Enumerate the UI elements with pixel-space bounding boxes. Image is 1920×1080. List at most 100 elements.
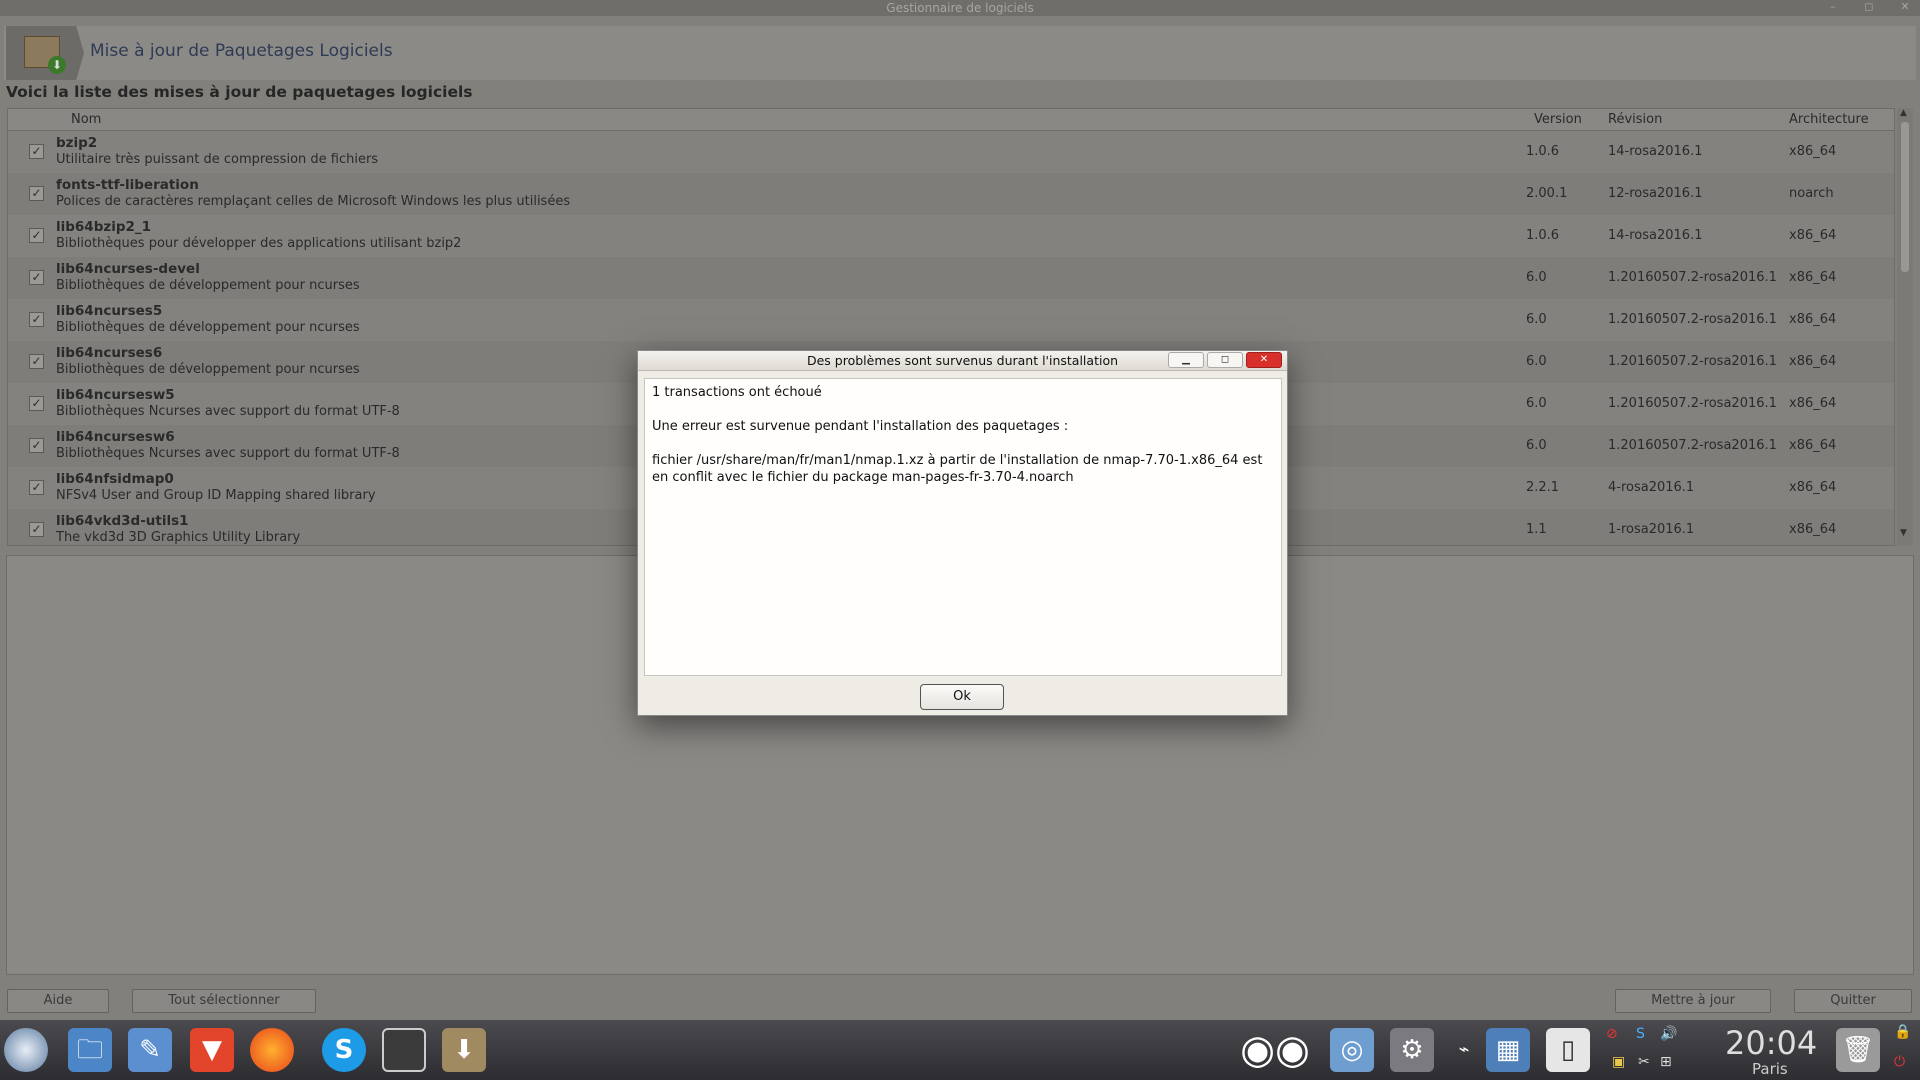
package-name: lib64ncurses6 xyxy=(56,345,163,361)
ok-button[interactable]: Ok xyxy=(920,684,1004,710)
eyes-icon[interactable]: ◉◉ xyxy=(1230,1028,1320,1072)
package-name: lib64ncursesw6 xyxy=(56,429,175,445)
tray-blocked-icon[interactable]: ⊘ xyxy=(1606,1026,1618,1042)
screenshot-icon[interactable]: ◎ xyxy=(1330,1028,1374,1072)
power-icon[interactable]: ⏻ xyxy=(1894,1054,1905,1070)
package-name: lib64nfsidmap0 xyxy=(56,471,174,487)
error-line-2: Une erreur est survenue pendant l'instal… xyxy=(652,419,1069,434)
tray-cut-icon[interactable]: ✂ xyxy=(1638,1054,1650,1070)
column-architecture[interactable]: Architecture xyxy=(1789,112,1869,127)
skype-icon[interactable]: S xyxy=(322,1028,366,1072)
close-icon[interactable]: ✕ xyxy=(1896,1,1914,14)
package-checkbox[interactable]: ✓ xyxy=(29,480,44,495)
list-scrollbar[interactable]: ▲ ▼ xyxy=(1897,108,1913,546)
lock-icon[interactable]: 🔒 xyxy=(1894,1024,1911,1040)
software-update-icon[interactable]: ⬇ xyxy=(442,1028,486,1072)
table-row[interactable]: ✓ bzip2 Utilitaire très puissant de compre… xyxy=(8,131,1894,173)
package-version: 2.00.1 xyxy=(1526,186,1568,201)
package-architecture: x86_64 xyxy=(1789,312,1837,327)
minimize-icon[interactable]: – xyxy=(1824,1,1842,14)
package-revision: 1.20160507.2-rosa2016.1 xyxy=(1608,312,1777,327)
package-checkbox[interactable]: ✓ xyxy=(29,144,44,159)
package-version: 6.0 xyxy=(1526,354,1547,369)
dialog-minimize-icon[interactable]: ▁ xyxy=(1168,352,1204,368)
package-checkbox[interactable]: ✓ xyxy=(29,396,44,411)
package-revision: 12-rosa2016.1 xyxy=(1608,186,1703,201)
package-version: 6.0 xyxy=(1526,270,1547,285)
start-menu-icon[interactable] xyxy=(4,1028,48,1072)
package-name: lib64ncursesw5 xyxy=(56,387,175,403)
table-row[interactable]: ✓ fonts-ttf-liberation Polices de caractèr… xyxy=(8,173,1894,215)
package-version: 6.0 xyxy=(1526,438,1547,453)
error-dialog: Des problèmes sont survenus durant l'ins… xyxy=(637,350,1288,716)
scroll-up-icon[interactable]: ▲ xyxy=(1900,108,1907,118)
package-checkbox[interactable]: ✓ xyxy=(29,228,44,243)
dialog-close-icon[interactable]: ✕ xyxy=(1246,352,1282,368)
package-description: The vkd3d 3D Graphics Utility Library xyxy=(56,530,301,545)
file-manager-icon[interactable]: 🗀 xyxy=(68,1028,112,1072)
package-revision: 1.20160507.2-rosa2016.1 xyxy=(1608,270,1777,285)
package-architecture: x86_64 xyxy=(1789,438,1837,453)
desktop-grid-icon[interactable]: ▦ xyxy=(1486,1028,1530,1072)
column-revision[interactable]: Révision xyxy=(1608,112,1662,127)
select-all-button[interactable]: Tout sélectionner xyxy=(132,989,316,1013)
volume-icon[interactable]: 🔊 xyxy=(1660,1026,1677,1042)
terminal-icon[interactable] xyxy=(382,1028,426,1072)
error-line-3: fichier /usr/share/man/fr/man1/nmap.1.xz… xyxy=(652,453,1263,485)
network-icon[interactable]: ⊞ xyxy=(1660,1054,1672,1070)
package-architecture: x86_64 xyxy=(1789,228,1837,243)
package-checkbox[interactable]: ✓ xyxy=(29,522,44,537)
package-architecture: x86_64 xyxy=(1789,480,1837,495)
package-version: 1.1 xyxy=(1526,522,1547,537)
package-architecture: x86_64 xyxy=(1789,396,1837,411)
clock-time[interactable]: 20:04 xyxy=(1725,1024,1817,1062)
package-checkbox[interactable]: ✓ xyxy=(29,270,44,285)
package-name: lib64ncurses-devel xyxy=(56,261,200,277)
package-name: fonts-ttf-liberation xyxy=(56,177,199,193)
package-architecture: x86_64 xyxy=(1789,354,1837,369)
usb-icon[interactable]: ⌁ xyxy=(1442,1028,1486,1072)
package-revision: 1.20160507.2-rosa2016.1 xyxy=(1608,396,1777,411)
trash-icon[interactable]: 🗑 xyxy=(1836,1028,1880,1072)
package-architecture: x86_64 xyxy=(1789,270,1837,285)
package-version: 1.0.6 xyxy=(1526,144,1560,159)
package-version: 2.2.1 xyxy=(1526,480,1560,495)
package-architecture: x86_64 xyxy=(1789,144,1837,159)
brave-browser-icon[interactable]: ▼ xyxy=(190,1028,234,1072)
package-description: Bibliothèques Ncurses avec support du fo… xyxy=(56,404,400,419)
package-description: Polices de caractères remplaçant celles … xyxy=(56,194,571,209)
scroll-down-icon[interactable]: ▼ xyxy=(1900,528,1907,538)
table-row[interactable]: ✓ lib64bzip2_1 Bibliothèques pour développ… xyxy=(8,215,1894,257)
firefox-icon[interactable] xyxy=(250,1028,294,1072)
package-checkbox[interactable]: ✓ xyxy=(29,312,44,327)
settings-icon[interactable]: ⚙ xyxy=(1390,1028,1434,1072)
quit-button[interactable]: Quitter xyxy=(1794,989,1912,1013)
taskbar: 🗀 ✎ ▼ S ⬇ ◉◉ ◎ ⚙ ⌁ ▦ ▯ ⊘ S 🔊 ▣ ✂ ⊞ 20:04… xyxy=(0,1020,1920,1080)
maximize-icon[interactable]: ◻ xyxy=(1860,1,1878,14)
window-title: Gestionnaire de logiciels xyxy=(886,1,1034,15)
help-button[interactable]: Aide xyxy=(7,989,109,1013)
package-revision: 1-rosa2016.1 xyxy=(1608,522,1695,537)
scrollbar-thumb[interactable] xyxy=(1901,122,1909,272)
update-button[interactable]: Mettre à jour xyxy=(1615,989,1771,1013)
package-version: 1.0.6 xyxy=(1526,228,1560,243)
table-row[interactable]: ✓ lib64ncurses-devel Bibliothèques de déve… xyxy=(8,257,1894,299)
error-line-1: 1 transactions ont échoué xyxy=(652,385,822,400)
text-editor-icon[interactable]: ✎ xyxy=(128,1028,172,1072)
package-revision: 14-rosa2016.1 xyxy=(1608,228,1703,243)
list-header: Nom Version Révision Architecture xyxy=(8,109,1894,131)
package-checkbox[interactable]: ✓ xyxy=(29,354,44,369)
table-row[interactable]: ✓ lib64ncurses5 Bibliothèques de développe… xyxy=(8,299,1894,341)
package-checkbox[interactable]: ✓ xyxy=(29,186,44,201)
column-version[interactable]: Version xyxy=(1534,112,1582,127)
clipboard-icon[interactable]: ▯ xyxy=(1546,1028,1590,1072)
banner-title: Mise à jour de Paquetages Logiciels xyxy=(90,41,393,61)
tray-skype-icon[interactable]: S xyxy=(1636,1026,1645,1042)
dialog-maximize-icon[interactable]: ◻ xyxy=(1207,352,1243,368)
tray-package-icon[interactable]: ▣ xyxy=(1612,1054,1625,1070)
package-revision: 1.20160507.2-rosa2016.1 xyxy=(1608,354,1777,369)
package-version: 6.0 xyxy=(1526,312,1547,327)
package-checkbox[interactable]: ✓ xyxy=(29,438,44,453)
column-name[interactable]: Nom xyxy=(71,112,101,127)
package-name: lib64vkd3d-utils1 xyxy=(56,513,189,529)
